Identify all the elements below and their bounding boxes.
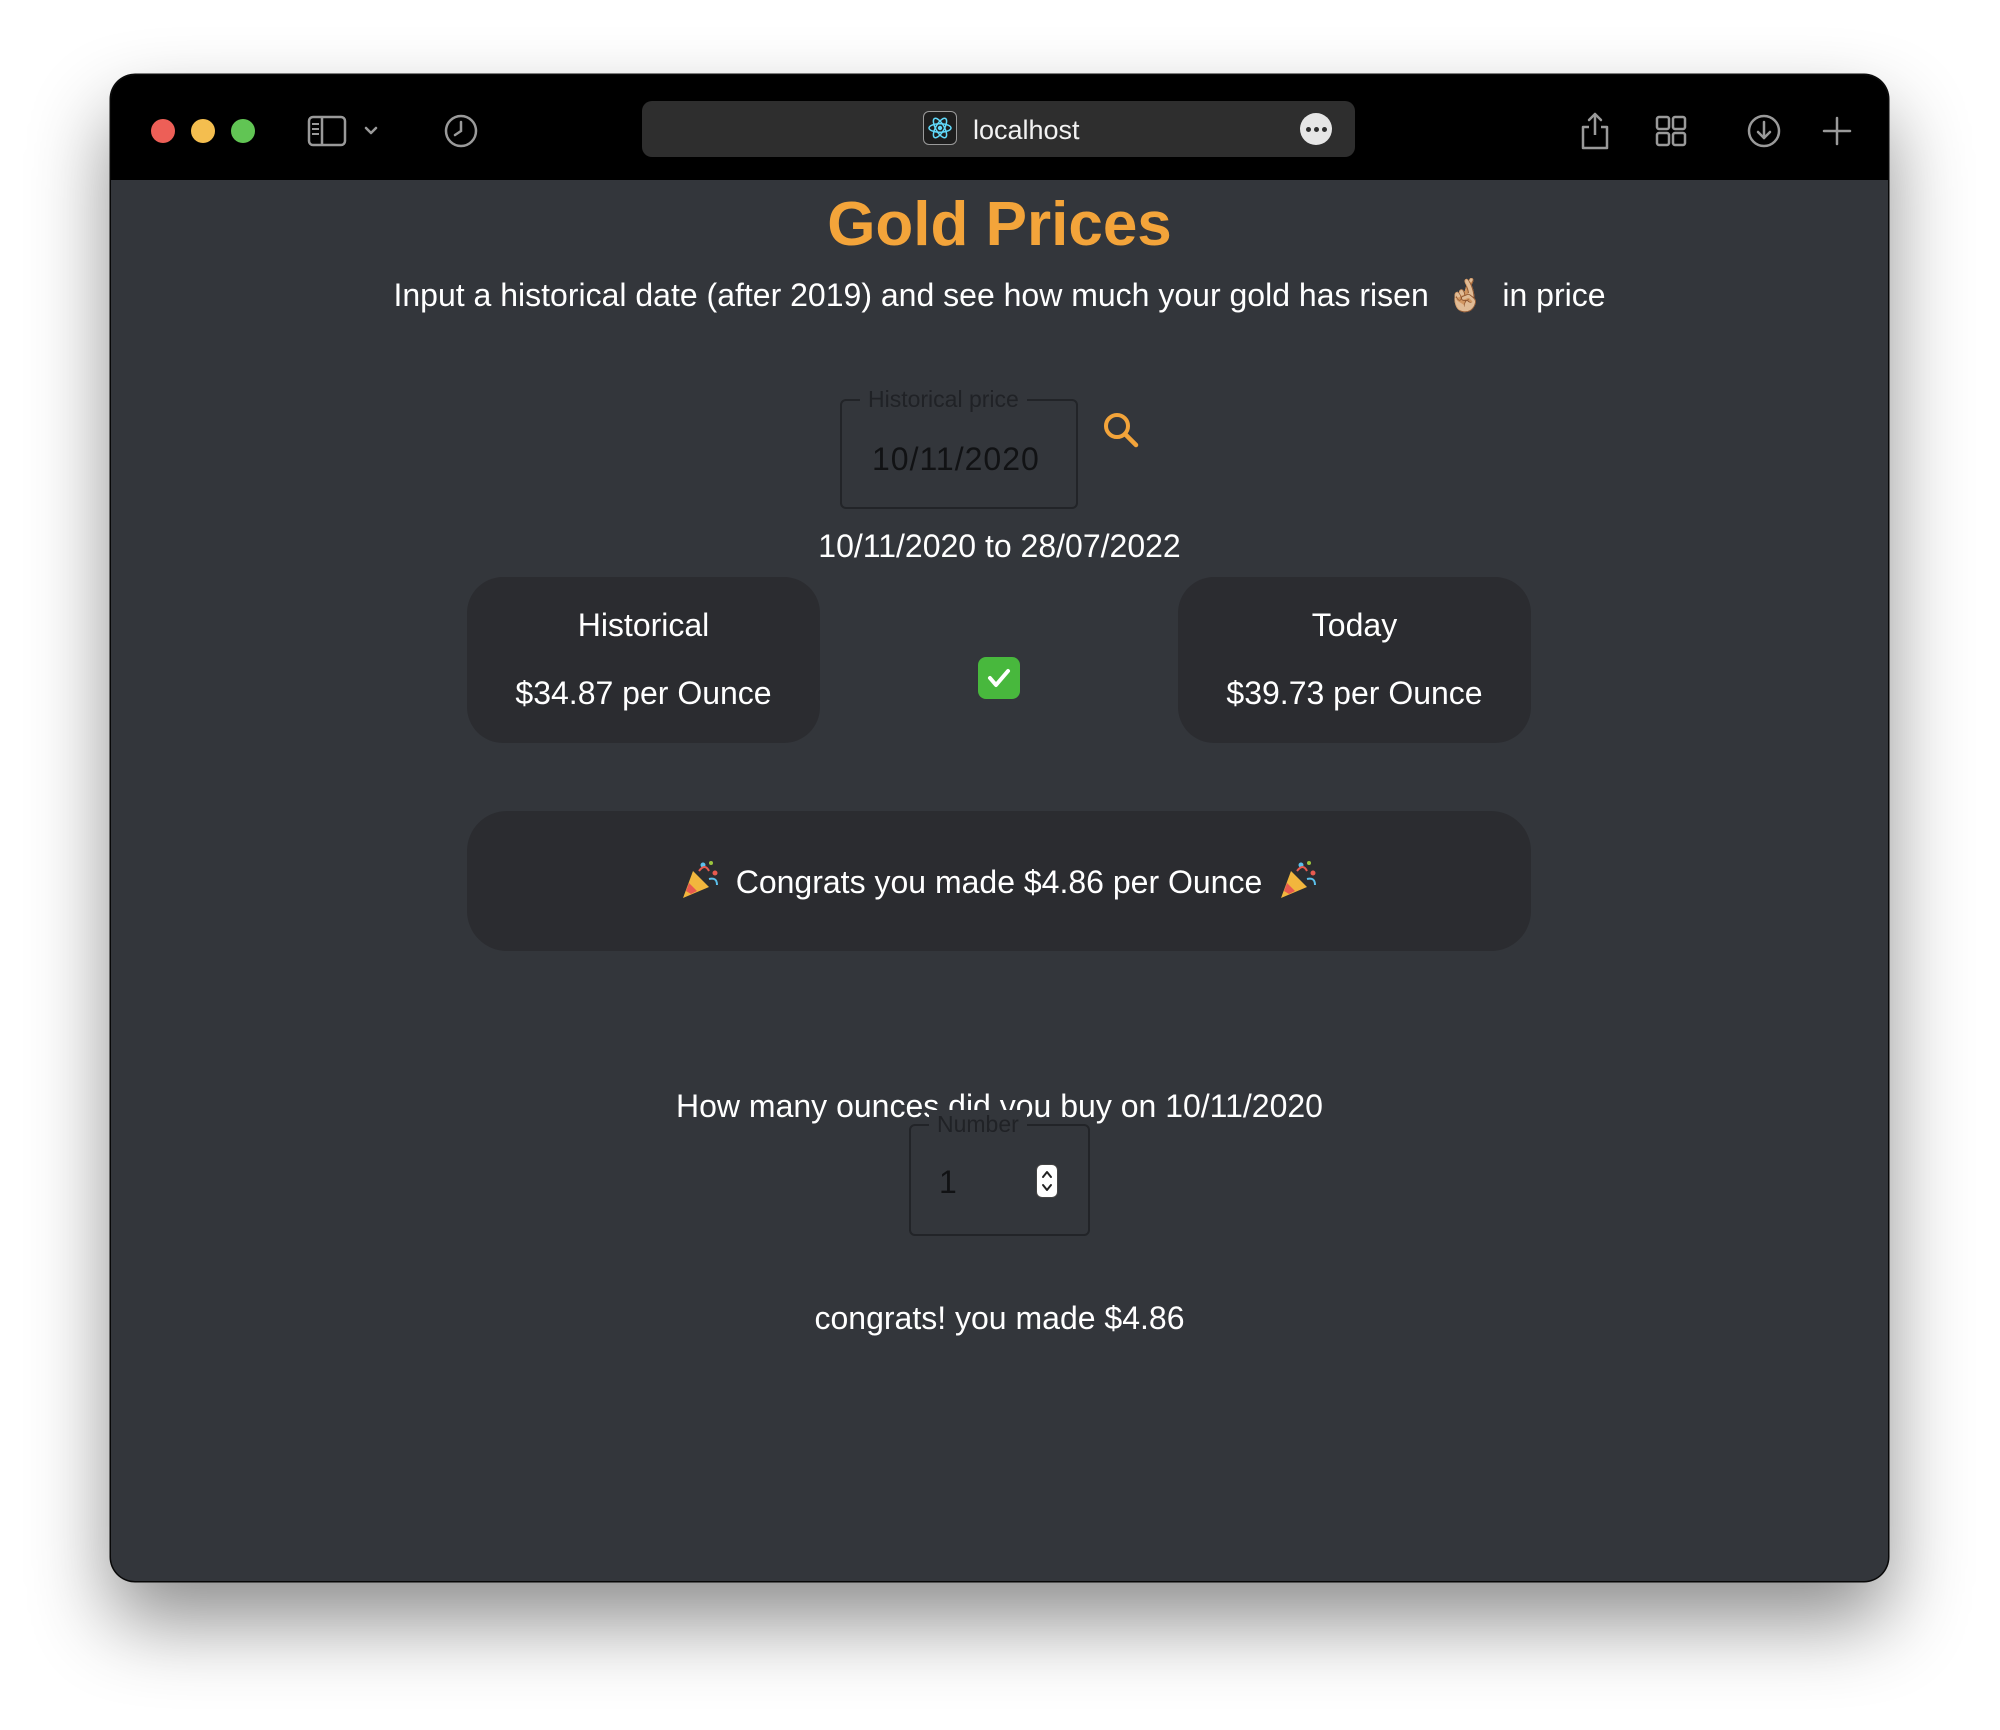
congrats-banner: Congrats you made $4.86 per Ounce — [467, 811, 1531, 951]
ounces-number-field[interactable]: Number 1 — [909, 1110, 1090, 1236]
date-field-value[interactable]: 10/11/2020 — [872, 439, 1040, 479]
minimize-window-button[interactable] — [191, 119, 215, 143]
url-text[interactable]: localhost — [973, 113, 1080, 147]
zoom-window-button[interactable] — [231, 119, 255, 143]
sidebar-icon[interactable] — [307, 111, 347, 151]
check-mark-icon — [978, 657, 1020, 699]
tab-overview-icon[interactable] — [1651, 111, 1691, 151]
crossed-fingers-icon: 🤞🏼 — [1445, 277, 1486, 313]
share-icon[interactable] — [1575, 111, 1615, 151]
number-field-value[interactable]: 1 — [939, 1162, 957, 1202]
download-icon[interactable] — [1744, 111, 1784, 151]
congrats-banner-text: Congrats you made $4.86 per Ounce — [735, 863, 1263, 900]
address-bar[interactable]: localhost — [642, 101, 1355, 157]
subtitle-text-end: in price — [1502, 277, 1606, 313]
historical-price-card: Historical $34.87 per Ounce — [467, 577, 820, 743]
historical-date-field[interactable]: Historical price 10/11/2020 — [840, 385, 1078, 509]
close-window-button[interactable] — [151, 119, 175, 143]
party-popper-icon — [1277, 859, 1319, 910]
today-label: Today — [1311, 607, 1398, 643]
date-range-text: 10/11/2020 to 28/07/2022 — [818, 528, 1181, 564]
page-title: Gold Prices — [827, 190, 1172, 259]
profit-result-text: congrats! you made $4.86 — [814, 1300, 1185, 1336]
page-subtitle: Input a historical date (after 2019) and… — [111, 275, 1888, 315]
historical-value: $34.87 per Ounce — [515, 675, 772, 711]
number-field-legend: Number — [929, 1110, 1027, 1138]
browser-toolbar: localhost — [111, 75, 1888, 180]
historical-label: Historical — [577, 607, 710, 643]
number-stepper[interactable] — [1036, 1164, 1058, 1198]
search-icon[interactable] — [1096, 405, 1146, 455]
today-price-card: Today $39.73 per Ounce — [1178, 577, 1531, 743]
react-icon — [923, 111, 957, 145]
plus-icon[interactable] — [1817, 111, 1857, 151]
browser-window: localhost Gold Prices Input a historical… — [111, 75, 1888, 1581]
clock-icon[interactable] — [441, 111, 481, 151]
subtitle-text: Input a historical date (after 2019) and… — [393, 277, 1429, 313]
date-field-legend: Historical price — [860, 385, 1027, 413]
party-popper-icon — [679, 859, 721, 910]
chevron-down-icon[interactable] — [361, 111, 381, 151]
today-value: $39.73 per Ounce — [1226, 675, 1483, 711]
more-options-icon[interactable] — [1300, 113, 1332, 145]
page-content: Gold Prices Input a historical date (aft… — [111, 180, 1888, 1581]
congrats-banner-content: Congrats you made $4.86 per Ounce — [467, 859, 1531, 910]
